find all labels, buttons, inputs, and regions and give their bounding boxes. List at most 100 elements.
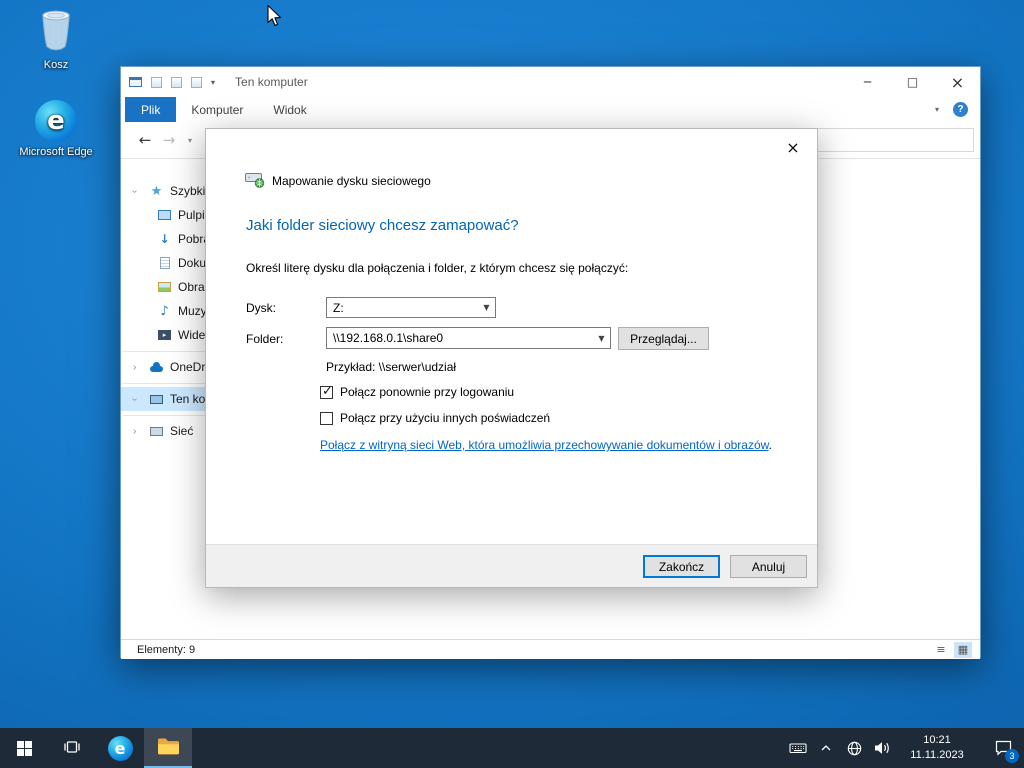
qat-properties-icon[interactable] xyxy=(151,76,162,88)
downloads-icon xyxy=(157,232,172,247)
system-tray: 10:21 11.11.2023 3 xyxy=(784,728,1024,768)
link-suffix: . xyxy=(768,438,772,452)
mouse-cursor xyxy=(265,4,283,31)
close-button[interactable]: × xyxy=(935,67,980,97)
tab-view[interactable]: Widok xyxy=(258,97,321,122)
status-bar: Elementy: 9 ≡ ▦ xyxy=(121,639,980,659)
sidebar-item-downloads[interactable]: Pobrane xyxy=(121,227,223,251)
details-view-icon[interactable]: ≡ xyxy=(932,642,950,658)
desktop-icon-recycle-bin[interactable]: Kosz xyxy=(16,6,96,71)
dropdown-arrow-icon[interactable]: ▼ xyxy=(478,298,495,317)
windows-logo-icon xyxy=(16,740,32,756)
reconnect-checkbox-label: Połącz ponownie przy logowaniu xyxy=(340,385,515,399)
taskbar-edge-button[interactable]: e xyxy=(96,728,144,768)
drive-letter-select[interactable]: Z: ▼ xyxy=(326,297,496,318)
sidebar-item-network[interactable]: › Sieć xyxy=(121,419,205,443)
pictures-icon xyxy=(158,282,171,292)
sidebar-item-music[interactable]: Muzyka xyxy=(121,299,219,323)
tray-chevron-up-icon[interactable] xyxy=(812,728,840,768)
reconnect-checkbox-row: Połącz ponownie przy logowaniu xyxy=(320,384,515,399)
sidebar-item-pictures[interactable]: Obrazy xyxy=(121,275,217,299)
videos-icon xyxy=(158,330,171,340)
expand-chevron-icon[interactable]: › xyxy=(129,397,140,400)
tab-file[interactable]: Plik xyxy=(125,97,177,122)
touch-keyboard-icon[interactable] xyxy=(784,728,812,768)
sidebar-item-videos[interactable]: Wideo xyxy=(121,323,212,347)
large-icons-view-icon[interactable]: ▦ xyxy=(954,641,972,658)
folder-label: Folder: xyxy=(246,332,284,346)
browse-button[interactable]: Przeglądaj... xyxy=(618,327,709,350)
expand-chevron-icon[interactable]: › xyxy=(133,426,136,437)
taskbar: e 10:21 11.11.2023 3 xyxy=(0,728,1024,768)
this-pc-icon xyxy=(150,394,163,404)
edge-icon: e xyxy=(35,100,77,142)
navigation-pane: › Szybki dostęp Pulpit Pobrane Dokumenty… xyxy=(121,159,313,639)
example-text: Przykład: \\serwer\udział xyxy=(326,360,457,374)
sidebar-item-label: Sieć xyxy=(170,424,194,438)
dialog-title: Mapowanie dysku sieciowego xyxy=(272,173,431,188)
sidebar-separator xyxy=(121,347,313,355)
desktop-icon-label: Microsoft Edge xyxy=(19,146,93,158)
speaker-icon[interactable] xyxy=(868,728,896,768)
reconnect-checkbox[interactable] xyxy=(320,384,333,399)
onedrive-cloud-icon xyxy=(150,362,163,372)
taskbar-explorer-button[interactable] xyxy=(144,728,192,768)
start-button[interactable] xyxy=(0,728,48,768)
back-button[interactable]: ← xyxy=(133,131,157,149)
expand-chevron-icon[interactable]: › xyxy=(133,362,136,373)
map-network-drive-dialog: × Mapowanie dysku sieciowego Jaki folder… xyxy=(205,128,818,588)
music-icon xyxy=(157,304,172,319)
desktop: { "desktop": { "icons": [ { "label": "Ko… xyxy=(0,0,1024,768)
sidebar-separator xyxy=(121,411,313,419)
map-drive-icon xyxy=(245,170,265,191)
dialog-close-icon[interactable]: × xyxy=(769,129,817,165)
sidebar-item-quick-access[interactable]: › Szybki dostęp xyxy=(121,179,245,203)
recycle-bin-icon xyxy=(36,6,76,55)
notification-badge: 3 xyxy=(1005,749,1019,763)
maximize-button[interactable]: □ xyxy=(890,67,935,97)
sidebar-item-desktop[interactable]: Pulpit xyxy=(121,203,209,227)
window-icon xyxy=(129,77,142,87)
quick-access-star-icon xyxy=(149,184,164,199)
items-count: Elementy: 9 xyxy=(137,643,196,656)
quick-access-toolbar: ▾ xyxy=(129,76,215,88)
task-view-icon xyxy=(63,738,81,759)
drive-label: Dysk: xyxy=(246,301,276,315)
dialog-heading: Jaki folder sieciowy chcesz zamapować? xyxy=(246,217,519,234)
dialog-footer: Zakończ Anuluj xyxy=(206,544,817,587)
explorer-titlebar: ▾ Ten komputer ─ □ × xyxy=(121,67,980,97)
sidebar-item-documents[interactable]: Dokumenty xyxy=(121,251,239,275)
taskbar-clock[interactable]: 10:21 11.11.2023 xyxy=(896,733,982,764)
connect-website-link[interactable]: Połącz z witryną sieci Web, która umożli… xyxy=(320,438,769,452)
desktop-icon-label: Kosz xyxy=(43,59,69,71)
qat-customize-icon[interactable] xyxy=(191,76,202,88)
folder-icon xyxy=(157,737,180,759)
credentials-checkbox-label: Połącz przy użyciu innych poświadczeń xyxy=(340,411,551,425)
cancel-button[interactable]: Anuluj xyxy=(730,555,807,578)
forward-button[interactable]: → xyxy=(157,131,181,149)
credentials-checkbox[interactable] xyxy=(320,411,333,425)
qat-chevron-down-icon[interactable]: ▾ xyxy=(211,78,215,87)
minimize-button[interactable]: ─ xyxy=(845,67,890,97)
action-center-button[interactable]: 3 xyxy=(982,728,1024,768)
network-globe-icon[interactable] xyxy=(840,728,868,768)
folder-path-combobox[interactable]: \\192.168.0.1\share0 ▼ xyxy=(326,327,611,349)
edge-icon: e xyxy=(107,735,133,761)
ribbon-expand-chevron-icon[interactable]: ▾ xyxy=(935,105,939,114)
dropdown-arrow-icon[interactable]: ▼ xyxy=(593,328,610,348)
sidebar-item-label: Pulpit xyxy=(178,208,209,222)
caption-buttons: ─ □ × xyxy=(845,67,980,97)
clock-date: 11.11.2023 xyxy=(910,749,964,761)
documents-icon xyxy=(159,257,170,269)
task-view-button[interactable] xyxy=(48,728,96,768)
window-title: Ten komputer xyxy=(235,75,308,89)
tab-computer[interactable]: Komputer xyxy=(176,97,258,122)
desktop-icon-edge[interactable]: e Microsoft Edge xyxy=(16,100,96,158)
sidebar-item-onedrive[interactable]: › OneDrive xyxy=(121,355,221,379)
sidebar-item-this-pc[interactable]: › Ten komputer xyxy=(121,387,243,411)
help-icon[interactable]: ? xyxy=(953,102,968,117)
finish-button[interactable]: Zakończ xyxy=(643,555,720,578)
recent-locations-chevron-icon[interactable]: ▾ xyxy=(181,136,199,145)
qat-new-folder-icon[interactable] xyxy=(171,76,182,88)
expand-chevron-icon[interactable]: › xyxy=(129,189,140,192)
